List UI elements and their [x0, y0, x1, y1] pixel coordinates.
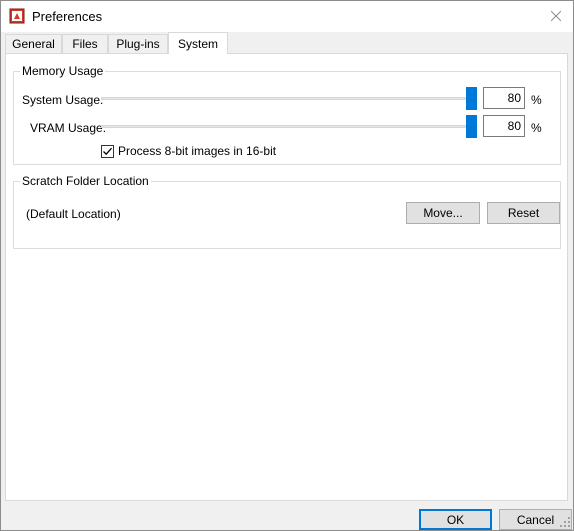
vram-usage-input[interactable]	[483, 115, 525, 137]
move-button[interactable]: Move...	[406, 202, 480, 224]
system-usage-slider[interactable]	[101, 97, 477, 100]
system-tab-panel: Memory Usage System Usage: % VRAM Usage:…	[5, 53, 568, 501]
preferences-app-icon	[9, 8, 25, 24]
tab-plug-ins[interactable]: Plug-ins	[108, 34, 168, 53]
process-16bit-checkbox[interactable]	[101, 145, 114, 158]
system-usage-slider-thumb[interactable]	[466, 87, 477, 110]
vram-usage-label: VRAM Usage:	[30, 121, 107, 135]
tab-strip: General Files Plug-ins System	[5, 32, 569, 54]
memory-usage-group: Memory Usage System Usage: % VRAM Usage:…	[13, 64, 561, 165]
ok-button[interactable]: OK	[419, 509, 492, 530]
resize-grip-icon[interactable]	[559, 516, 571, 528]
vram-usage-slider-thumb[interactable]	[466, 115, 477, 138]
tab-files[interactable]: Files	[62, 34, 108, 53]
close-button[interactable]	[539, 1, 573, 32]
scratch-folder-legend: Scratch Folder Location	[20, 174, 151, 188]
system-usage-unit: %	[531, 93, 542, 107]
title-bar: Preferences	[1, 1, 573, 32]
process-16bit-label: Process 8-bit images in 16-bit	[118, 144, 277, 158]
tab-system[interactable]: System	[168, 32, 228, 54]
reset-button[interactable]: Reset	[487, 202, 560, 224]
scratch-folder-group: Scratch Folder Location (Default Locatio…	[13, 174, 561, 249]
memory-usage-legend: Memory Usage	[20, 64, 106, 78]
window-title: Preferences	[32, 9, 103, 24]
close-icon	[550, 10, 562, 24]
tab-general[interactable]: General	[5, 34, 62, 53]
scratch-location-text: (Default Location)	[26, 207, 121, 221]
system-usage-label: System Usage:	[22, 93, 104, 107]
system-usage-input[interactable]	[483, 87, 525, 109]
vram-usage-unit: %	[531, 121, 542, 135]
vram-usage-slider[interactable]	[101, 125, 477, 128]
preferences-window: Preferences General Files Plug-ins Syste…	[0, 0, 574, 531]
